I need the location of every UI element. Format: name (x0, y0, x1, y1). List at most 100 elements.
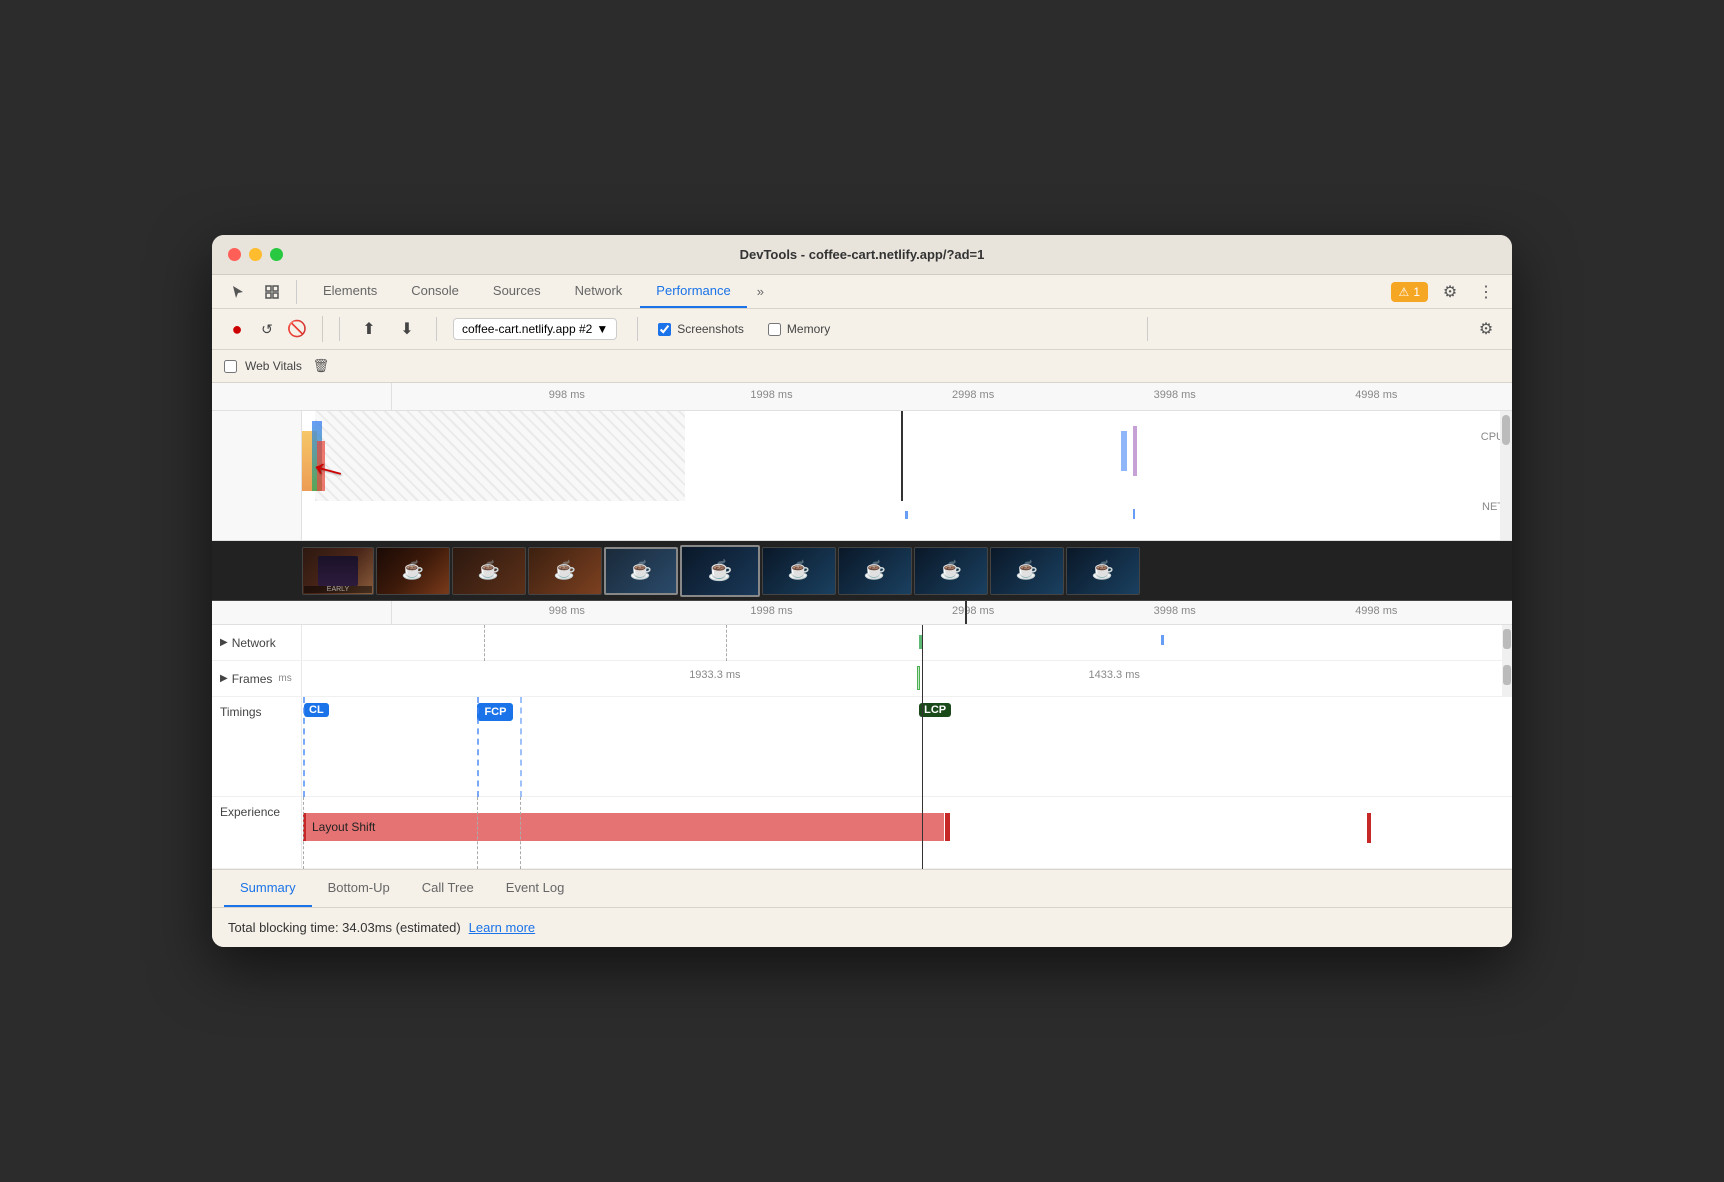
fcp-badge[interactable]: FCP (477, 703, 513, 721)
timeline-ruler-top: 998 ms 1998 ms 2998 ms 3998 ms 4998 ms (212, 383, 1512, 411)
scrollbar-thumb[interactable] (1503, 629, 1511, 649)
frame-content: ☕ (682, 547, 758, 595)
tab-bar: Elements Console Sources Network Perform… (212, 275, 1512, 309)
learn-more-link[interactable]: Learn more (469, 920, 535, 935)
film-frame-highlight[interactable]: ☕ (680, 545, 760, 597)
timeline-ruler-bottom: 998 ms 1998 ms 2998 ms 3998 ms 4998 ms (212, 601, 1512, 625)
ruler2-1998: 1998 ms (750, 605, 792, 617)
screenshots-checkbox[interactable] (658, 323, 671, 336)
traffic-lights (228, 248, 283, 261)
exp-dashed-2 (477, 797, 478, 869)
frames-content[interactable]: 1933.3 ms 1433.3 ms (302, 661, 1512, 697)
tab-performance[interactable]: Performance (640, 275, 746, 308)
film-frame[interactable]: EARLY (302, 547, 374, 595)
upload-button[interactable]: ⬆ (356, 316, 382, 342)
experience-label-text: Experience (220, 805, 280, 819)
film-frame[interactable]: ☕ (1066, 547, 1140, 595)
cl-badge[interactable]: CL (304, 703, 329, 717)
scrollbar-frames[interactable] (1502, 661, 1512, 697)
ruler2-2998: 2998 ms (952, 605, 994, 617)
tracks-area: ▶ Network (212, 625, 1512, 869)
network-label-text: Network (232, 636, 276, 650)
frame-content: ☕ (453, 548, 525, 594)
devtools-window: DevTools - coffee-cart.netlify.app/?ad=1… (212, 235, 1512, 947)
experience-vline (922, 797, 923, 869)
tab-network[interactable]: Network (559, 275, 639, 308)
dashed-line-1 (484, 625, 485, 661)
timeline-main-content[interactable]: ← CPU NET (212, 411, 1512, 541)
inspect-icon[interactable] (258, 278, 286, 306)
layout-shift-bar[interactable]: Layout Shift (303, 813, 944, 841)
record-bar: ● ↺ 🚫 ⬆ ⬇ coffee-cart.netlify.app #2 ▼ S… (212, 309, 1512, 350)
frame-content: ☕ (839, 548, 911, 594)
network-label[interactable]: ▶ Network (212, 625, 302, 660)
web-vitals-label: Web Vitals (245, 359, 302, 373)
experience-label: Experience (212, 797, 302, 868)
reload-button[interactable]: ↺ (254, 316, 280, 342)
window-title: DevTools - coffee-cart.netlify.app/?ad=1 (740, 247, 985, 262)
fcp-dashed-line (477, 697, 479, 797)
minimize-button[interactable] (249, 248, 262, 261)
delete-icon[interactable]: 🗑 (310, 355, 332, 377)
film-frame[interactable]: ☕ (604, 547, 678, 595)
tab-summary[interactable]: Summary (224, 870, 312, 907)
film-frame[interactable]: ☕ (762, 547, 836, 595)
frames-label[interactable]: ▶ Frames ms (212, 661, 302, 696)
title-bar: DevTools - coffee-cart.netlify.app/?ad=1 (212, 235, 1512, 275)
film-frame[interactable]: ☕ (452, 547, 526, 595)
expand-network-icon[interactable]: ▶ (220, 637, 228, 648)
tab-elements[interactable]: Elements (307, 275, 393, 308)
film-frame[interactable]: ☕ (528, 547, 602, 595)
cursor-icon[interactable] (224, 278, 252, 306)
ruler-1998: 1998 ms (750, 389, 792, 401)
scrollbar-right[interactable] (1500, 411, 1512, 540)
record-button[interactable]: ● (224, 316, 250, 342)
more-options-icon[interactable]: ⋮ (1472, 278, 1500, 306)
ruler2-3998: 3998 ms (1154, 605, 1196, 617)
timings-track: Timings CL FCP LCP (212, 697, 1512, 797)
profile-name: coffee-cart.netlify.app #2 (462, 322, 592, 336)
film-frame[interactable]: ☕ (990, 547, 1064, 595)
cpu-chart (302, 411, 1472, 501)
timings-content[interactable]: CL FCP LCP (302, 697, 1512, 797)
network-content[interactable] (302, 625, 1512, 661)
scrollbar-track-right[interactable] (1502, 625, 1512, 661)
film-frame[interactable]: ☕ (914, 547, 988, 595)
profile-select[interactable]: coffee-cart.netlify.app #2 ▼ (453, 318, 617, 340)
exp-dashed-1 (303, 797, 304, 869)
experience-content[interactable]: Layout Shift (302, 797, 1512, 869)
memory-checkbox[interactable] (768, 323, 781, 336)
tab-sources[interactable]: Sources (477, 275, 557, 308)
tab-more[interactable]: » (749, 276, 772, 307)
memory-label: Memory (787, 322, 830, 336)
ruler-4998: 4998 ms (1355, 389, 1397, 401)
lcp-badge[interactable]: LCP (919, 703, 951, 717)
filmstrip[interactable]: EARLY ☕ ☕ ☕ ☕ (212, 541, 1512, 601)
tab-call-tree[interactable]: Call Tree (406, 870, 490, 907)
frames-ms-label: ms (278, 673, 291, 684)
warning-icon: ⚠ (1399, 285, 1410, 299)
settings-icon[interactable]: ⚙ (1436, 278, 1464, 306)
status-bar: Total blocking time: 34.03ms (estimated)… (212, 908, 1512, 947)
stop-button[interactable]: 🚫 (284, 316, 310, 342)
tab-event-log[interactable]: Event Log (490, 870, 581, 907)
close-button[interactable] (228, 248, 241, 261)
tab-bottom-up[interactable]: Bottom-Up (312, 870, 406, 907)
web-vitals-checkbox[interactable] (224, 360, 237, 373)
cl-dashed-line (303, 697, 305, 797)
warning-count: 1 (1413, 285, 1420, 299)
frame-content: ☕ (763, 548, 835, 594)
memory-checkbox-group: Memory (768, 322, 830, 336)
frames-track: ▶ Frames ms 1933.3 ms 1433.3 ms (212, 661, 1512, 697)
film-frame[interactable]: ☕ (376, 547, 450, 595)
maximize-button[interactable] (270, 248, 283, 261)
expand-frames-icon[interactable]: ▶ (220, 673, 228, 684)
performance-settings-icon[interactable]: ⚙ (1472, 315, 1500, 343)
tab-console[interactable]: Console (395, 275, 475, 308)
frame-content: ☕ (377, 548, 449, 594)
net-chart (302, 506, 1472, 526)
warning-badge[interactable]: ⚠ 1 (1391, 282, 1428, 302)
download-button[interactable]: ⬇ (394, 316, 420, 342)
film-frame[interactable]: ☕ (838, 547, 912, 595)
bottom-tabs: Summary Bottom-Up Call Tree Event Log (212, 869, 1512, 908)
